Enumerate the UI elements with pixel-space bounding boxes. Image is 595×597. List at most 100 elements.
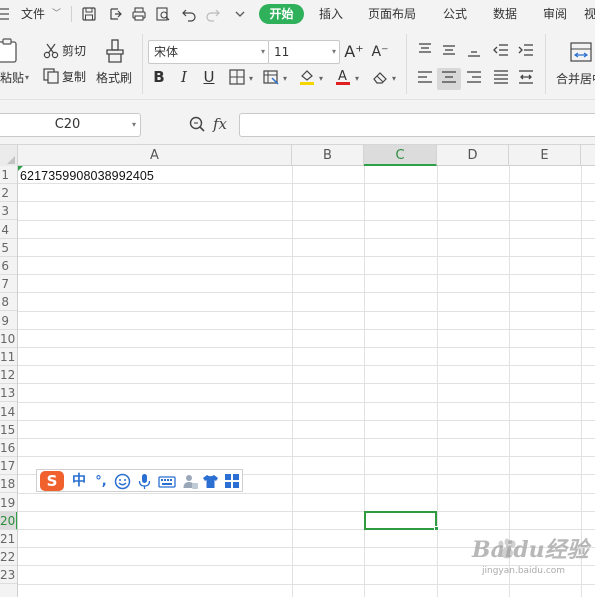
name-box[interactable]: C20 ▾ [0, 113, 141, 137]
tab-start[interactable]: 开始 [259, 4, 304, 24]
row-header-6[interactable]: 6 [0, 257, 17, 275]
column-header-c[interactable]: C [364, 145, 437, 166]
column-header-d[interactable]: D [437, 145, 509, 166]
row-header-9[interactable]: 9 [0, 312, 17, 330]
row-header-23[interactable]: 23 [0, 566, 17, 585]
row-header-7[interactable]: 7 [0, 275, 17, 294]
clear-format-chevron-icon[interactable]: ▾ [392, 72, 396, 86]
underline-button[interactable]: U [200, 68, 218, 86]
row-header-16[interactable]: 16 [0, 439, 17, 457]
font-size-select[interactable]: 11 ▾ [268, 40, 340, 64]
row-header-20[interactable]: 20 [0, 511, 17, 530]
row-header-11[interactable]: 11 [0, 348, 17, 366]
skin-shirt-icon[interactable] [202, 473, 220, 490]
microphone-icon[interactable] [136, 473, 154, 490]
file-menu-chevron-icon[interactable]: ﹀ [52, 0, 61, 28]
align-center-icon[interactable] [440, 68, 458, 86]
row-header-5[interactable]: 5 [0, 239, 17, 257]
row-header-13[interactable]: 13 [0, 384, 17, 403]
copy-icon[interactable] [42, 67, 60, 85]
merge-center-button[interactable]: 合并居中 [556, 72, 595, 86]
row-header-4[interactable]: 4 [0, 221, 17, 239]
export-icon[interactable] [107, 6, 123, 22]
tab-formulas[interactable]: 公式 [443, 0, 467, 28]
font-color-chevron-icon[interactable]: ▾ [355, 72, 359, 86]
column-header-a[interactable]: A [18, 145, 292, 166]
row-header-22[interactable]: 22 [0, 548, 17, 567]
ime-mode-toggle[interactable]: 中 [70, 473, 88, 490]
borders-icon[interactable] [228, 68, 246, 86]
italic-button[interactable]: I [175, 68, 193, 86]
tab-data[interactable]: 数据 [493, 0, 517, 28]
row-header-21[interactable]: 21 [0, 530, 17, 548]
row-header-14[interactable]: 14 [0, 403, 17, 421]
bold-button[interactable]: B [150, 68, 168, 86]
row-header-12[interactable]: 12 [0, 366, 17, 385]
emoji-icon[interactable] [114, 473, 132, 490]
print-icon[interactable] [131, 6, 147, 22]
zoom-search-icon[interactable] [188, 115, 206, 133]
fill-color-chevron-icon[interactable]: ▾ [319, 72, 323, 86]
indent-decrease-icon[interactable] [492, 41, 510, 59]
align-bottom-icon[interactable] [465, 41, 483, 59]
cell-style-icon[interactable] [262, 68, 280, 86]
print-preview-icon[interactable] [155, 6, 171, 22]
format-painter-button[interactable]: 格式刷 [96, 71, 132, 85]
indent-increase-icon[interactable] [517, 41, 535, 59]
undo-icon[interactable] [181, 6, 197, 22]
format-painter-icon[interactable] [104, 38, 126, 64]
align-middle-icon[interactable] [440, 41, 458, 59]
row-header-17[interactable]: 17 [0, 457, 17, 476]
tab-page-layout[interactable]: 页面布局 [368, 0, 416, 28]
cut-button[interactable]: 剪切 [62, 44, 86, 58]
formula-input[interactable] [239, 113, 595, 137]
justify-icon[interactable] [492, 68, 510, 86]
column-header-e[interactable]: E [509, 145, 581, 166]
fill-handle[interactable] [434, 526, 439, 531]
align-right-icon[interactable] [465, 68, 483, 86]
row-header-15[interactable]: 15 [0, 421, 17, 439]
insert-function-button[interactable]: fx [213, 114, 227, 134]
column-header-b[interactable]: B [292, 145, 364, 166]
merge-center-icon[interactable] [570, 42, 592, 62]
fill-color-icon[interactable] [298, 67, 316, 85]
row-header-3[interactable]: 3 [0, 202, 17, 221]
cut-icon[interactable] [42, 42, 60, 60]
row-header-1[interactable]: 1 [0, 166, 17, 184]
row-header-19[interactable]: 19 [0, 494, 17, 512]
keyboard-icon[interactable] [158, 473, 178, 490]
align-left-icon[interactable] [416, 68, 434, 86]
clear-format-icon[interactable] [371, 68, 389, 86]
tab-insert[interactable]: 插入 [319, 0, 343, 28]
shrink-font-button[interactable]: A⁻ [370, 43, 390, 61]
customize-chevron-icon[interactable] [232, 6, 248, 22]
align-top-icon[interactable] [416, 41, 434, 59]
menu-icon[interactable] [0, 0, 14, 28]
paste-icon[interactable] [0, 38, 20, 64]
distribute-icon[interactable] [517, 68, 535, 86]
copy-button[interactable]: 复制 [62, 70, 86, 84]
tab-review[interactable]: 审阅 [543, 0, 567, 28]
user-account-icon[interactable] [182, 473, 200, 490]
cell-style-chevron-icon[interactable]: ▾ [283, 72, 287, 86]
row-header-2[interactable]: 2 [0, 184, 17, 203]
cell-grid[interactable]: 6217359908038992405 [18, 166, 595, 597]
grow-font-button[interactable]: A⁺ [344, 43, 364, 61]
font-name-select[interactable]: 宋体 ▾ [148, 40, 269, 64]
ime-punctuation-toggle[interactable]: °, [92, 473, 110, 490]
font-color-icon[interactable]: A [334, 67, 352, 85]
row-header-8[interactable]: 8 [0, 293, 17, 312]
paste-chevron-icon[interactable]: ▾ [25, 71, 29, 85]
row-header-10[interactable]: 10 [0, 330, 17, 348]
row-header-18[interactable]: 18 [0, 475, 17, 494]
cell-a1[interactable]: 6217359908038992405 [20, 168, 154, 184]
toolbox-grid-icon[interactable] [224, 473, 242, 490]
redo-icon[interactable] [205, 6, 221, 22]
save-icon[interactable] [81, 6, 97, 22]
borders-chevron-icon[interactable]: ▾ [249, 72, 253, 86]
ime-logo[interactable]: S [40, 471, 64, 491]
tab-view[interactable]: 视 [584, 0, 595, 28]
paste-button[interactable]: 粘贴 [0, 71, 24, 85]
selected-cell-c20[interactable] [364, 510, 437, 530]
column-header-f[interactable] [581, 145, 595, 166]
